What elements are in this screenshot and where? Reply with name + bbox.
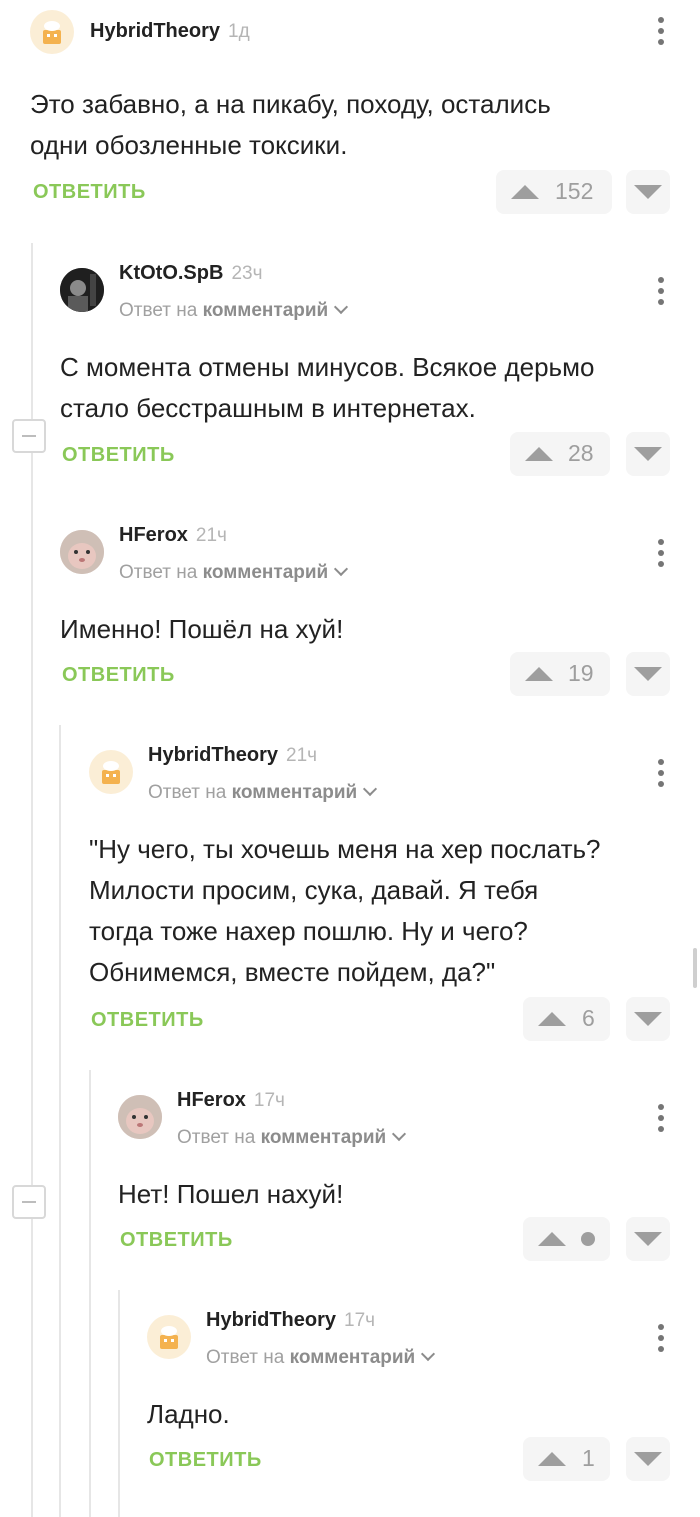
upvote-icon[interactable] [538,1232,566,1246]
comment-author[interactable]: KtOtO.SpB 23ч [119,262,262,285]
comment: HybridTheory 17ч Ответ на комментарий Лад… [0,1297,700,1497]
vote-box: 1 [523,1437,610,1481]
comment-author[interactable]: HFerox 17ч [177,1089,285,1112]
comment-author[interactable]: HFerox 21ч [119,524,227,547]
vote-score: 6 [582,1005,595,1031]
vote-score: 152 [555,178,594,204]
chevron-down-icon [334,299,349,315]
vote-score: 28 [568,440,594,466]
comment: HybridTheory 21ч Ответ на комментарий "Ну… [0,732,700,1052]
downvote-icon[interactable] [626,997,670,1041]
more-options-icon[interactable] [657,759,665,789]
upvote-icon[interactable] [511,185,539,199]
comment-author[interactable]: HybridTheory 1д [90,20,250,43]
chevron-down-icon [363,781,378,797]
vote-score: 19 [568,660,594,686]
vote-box: 6 [523,997,610,1041]
scrollbar-thumb[interactable] [693,948,697,988]
downvote-icon[interactable] [626,1437,670,1481]
vote-box: 19 [510,652,610,696]
avatar[interactable] [60,268,104,312]
reply-button[interactable]: ОТВЕТИТЬ [62,664,175,687]
reply-button[interactable]: ОТВЕТИТЬ [33,181,146,204]
reply-button[interactable]: ОТВЕТИТЬ [91,1009,204,1032]
downvote-icon[interactable] [626,1217,670,1261]
reply-button[interactable]: ОТВЕТИТЬ [62,444,175,467]
comment: KtOtO.SpB 23ч Ответ на комментарий С моме… [0,250,700,490]
more-options-icon[interactable] [657,17,665,47]
chevron-down-icon [334,561,349,577]
reply-button[interactable]: ОТВЕТИТЬ [149,1449,262,1472]
vote-box [523,1217,610,1261]
more-options-icon[interactable] [657,1104,665,1134]
downvote-icon[interactable] [626,432,670,476]
comment-time: 21ч [195,525,227,546]
vote-box: 28 [510,432,610,476]
comment: HFerox 17ч Ответ на комментарий Нет! Поше… [0,1077,700,1277]
reply-to-link[interactable]: Ответ на комментарий [119,299,349,322]
comment: HybridTheory 1д Это забавно, а на пикабу,… [0,0,700,240]
reply-to-link[interactable]: Ответ на комментарий [119,561,349,584]
comment-time: 23ч [231,263,263,284]
comment-text: "Ну чего, ты хочешь меня на хер послать?… [89,834,601,987]
comment-time: 17ч [344,1310,376,1331]
comment-text: С момента отмены минусов. Всякое дерьмо с… [60,352,595,423]
reply-button[interactable]: ОТВЕТИТЬ [120,1229,233,1252]
comment-time: 17ч [253,1090,285,1111]
chevron-down-icon [421,1346,436,1362]
avatar[interactable] [30,10,74,54]
comment-author[interactable]: HybridTheory 17ч [206,1309,375,1332]
comment-text: Именно! Пошёл на хуй! [60,614,344,644]
downvote-icon[interactable] [626,652,670,696]
upvote-icon[interactable] [525,447,553,461]
avatar[interactable] [89,750,133,794]
chevron-down-icon [392,1126,407,1142]
comment-text: Ладно. [147,1399,230,1429]
downvote-icon[interactable] [626,170,670,214]
score-hidden-dot [581,1232,595,1246]
reply-to-link[interactable]: Ответ на комментарий [148,781,378,804]
upvote-icon[interactable] [525,667,553,681]
vote-score: 1 [582,1445,595,1471]
comment: HFerox 21ч Ответ на комментарий Именно! П… [0,512,700,712]
avatar[interactable] [60,530,104,574]
reply-to-link[interactable]: Ответ на комментарий [206,1346,436,1369]
more-options-icon[interactable] [657,277,665,307]
avatar[interactable] [147,1315,191,1359]
more-options-icon[interactable] [657,539,665,569]
reply-to-link[interactable]: Ответ на комментарий [177,1126,407,1149]
comment-text: Это забавно, а на пикабу, походу, остали… [30,89,551,160]
comment-text: Нет! Пошел нахуй! [118,1179,344,1209]
more-options-icon[interactable] [657,1324,665,1354]
avatar[interactable] [118,1095,162,1139]
upvote-icon[interactable] [538,1452,566,1466]
comment-author[interactable]: HybridTheory 21ч [148,744,317,767]
vote-box: 152 [496,170,612,214]
comment-time: 21ч [286,745,318,766]
comment-time: 1д [228,21,250,42]
upvote-icon[interactable] [538,1012,566,1026]
